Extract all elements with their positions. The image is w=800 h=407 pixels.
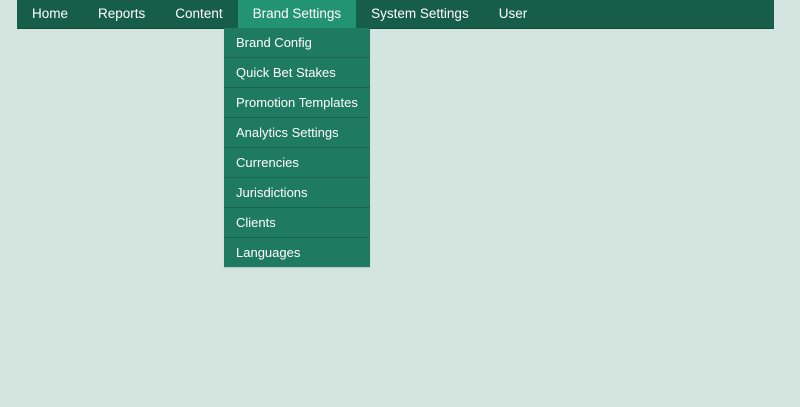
- nav-item-reports[interactable]: Reports: [83, 0, 160, 28]
- menu-item-jurisdictions[interactable]: Jurisdictions: [224, 178, 370, 208]
- brand-settings-dropdown: Brand Config Quick Bet Stakes Promotion …: [224, 28, 370, 267]
- menu-item-analytics-settings[interactable]: Analytics Settings: [224, 118, 370, 148]
- nav-item-brand-settings[interactable]: Brand Settings: [237, 0, 357, 28]
- menu-item-promotion-templates[interactable]: Promotion Templates: [224, 88, 370, 118]
- nav-item-user[interactable]: User: [484, 0, 543, 28]
- nav-item-home[interactable]: Home: [17, 0, 83, 28]
- page: Home Reports Content Brand Settings Syst…: [0, 0, 800, 407]
- nav-item-content[interactable]: Content: [160, 0, 237, 28]
- menu-item-quick-bet-stakes[interactable]: Quick Bet Stakes: [224, 58, 370, 88]
- top-navbar: Home Reports Content Brand Settings Syst…: [17, 0, 774, 28]
- menu-item-brand-config[interactable]: Brand Config: [224, 28, 370, 58]
- menu-item-currencies[interactable]: Currencies: [224, 148, 370, 178]
- nav-item-system-settings[interactable]: System Settings: [356, 0, 484, 28]
- menu-item-languages[interactable]: Languages: [224, 238, 370, 267]
- menu-item-clients[interactable]: Clients: [224, 208, 370, 238]
